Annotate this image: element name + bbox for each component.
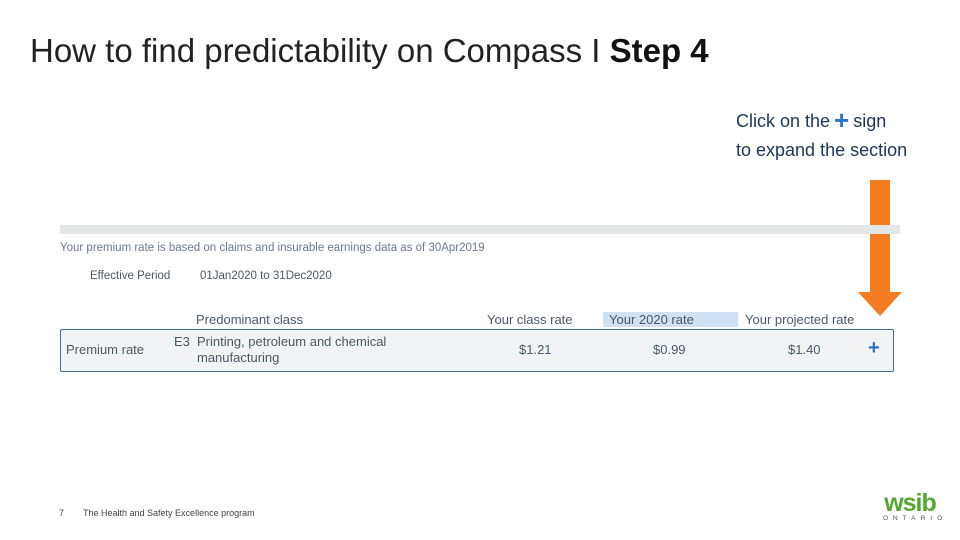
class-rate-value: $1.21 bbox=[519, 342, 552, 357]
column-header-class-rate: Your class rate bbox=[487, 312, 573, 327]
slide-title: How to find predictability on Compass I … bbox=[30, 32, 709, 70]
wsib-logo: wsib ONTARIO bbox=[878, 490, 942, 524]
year-rate-value: $0.99 bbox=[653, 342, 686, 357]
title-step: Step 4 bbox=[609, 32, 709, 69]
callout-suffix: sign bbox=[853, 111, 887, 131]
column-header-2020-rate: Your 2020 rate bbox=[603, 312, 738, 327]
premium-rate-label: Premium rate bbox=[66, 342, 145, 357]
down-arrow-icon bbox=[858, 180, 902, 316]
rate-basis-note: Your premium rate is based on claims and… bbox=[60, 242, 485, 254]
column-header-projected-rate: Your projected rate bbox=[745, 312, 855, 327]
callout-line-2: to expand the section bbox=[736, 140, 908, 160]
callout-line-1: Click on the + sign bbox=[736, 106, 907, 136]
class-code: E3 bbox=[174, 334, 190, 349]
class-name-line-1: Printing, petroleum and chemical bbox=[197, 334, 387, 349]
effective-period-label: Effective Period bbox=[90, 270, 171, 282]
title-main: How to find predictability on Compass I bbox=[30, 32, 610, 69]
class-name-line-2: manufacturing bbox=[197, 350, 280, 365]
effective-period-value: 01Jan2020 to 31Dec2020 bbox=[200, 270, 332, 282]
logo-subtitle: ONTARIO bbox=[883, 515, 948, 522]
plus-icon: + bbox=[834, 105, 850, 135]
expand-section-button[interactable]: + bbox=[868, 337, 880, 360]
column-header-predominant-class: Predominant class bbox=[196, 312, 303, 327]
logo-wordmark: wsib bbox=[884, 489, 937, 517]
panel-header-bar bbox=[60, 225, 900, 234]
callout-prefix: Click on the bbox=[736, 111, 831, 131]
instruction-callout: Click on the + sign to expand the section bbox=[736, 106, 907, 165]
page-number: 7 bbox=[59, 508, 65, 518]
footer-program-name: The Health and Safety Excellence program bbox=[83, 508, 255, 518]
projected-rate-value: $1.40 bbox=[788, 342, 821, 357]
